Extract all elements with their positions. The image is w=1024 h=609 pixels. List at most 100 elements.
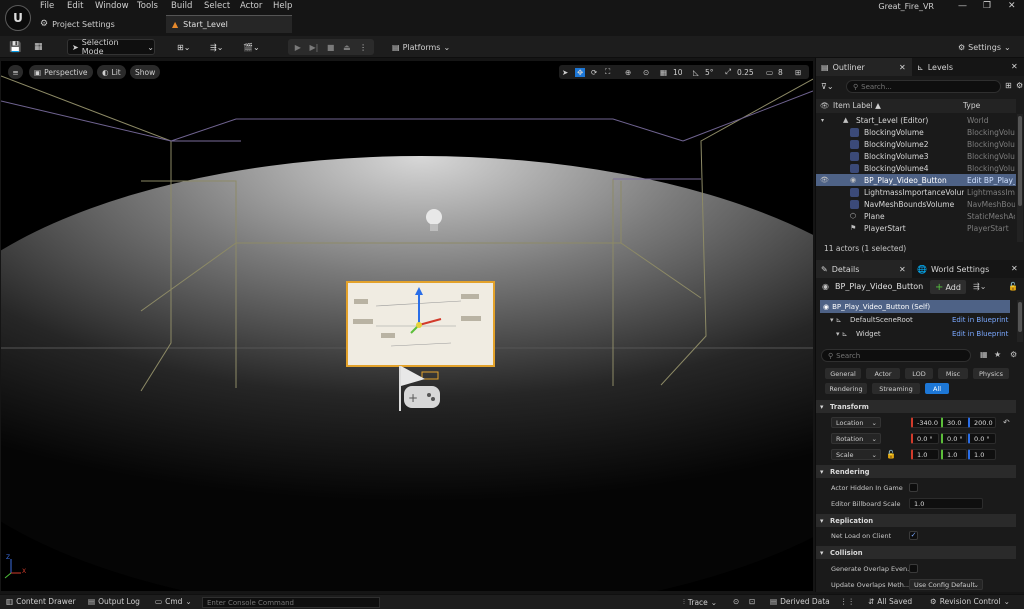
cinematics-icon[interactable]: 🎬⌄ — [243, 39, 260, 55]
tab-project-settings[interactable]: ⚙ Project Settings — [40, 15, 115, 33]
world-space-icon[interactable]: ⊕ — [625, 68, 631, 77]
close-icon[interactable]: ✕ — [1008, 1, 1016, 11]
menu-build[interactable]: Build — [171, 1, 192, 11]
actor-name[interactable]: BP_Play_Video_Button — [835, 282, 925, 291]
notifications-icon[interactable]: ⋮⋮ — [840, 597, 855, 606]
scale-snap-icon[interactable]: ⤢ — [725, 67, 731, 77]
outliner-search[interactable]: ⚲ — [846, 80, 1001, 93]
category-general[interactable]: General — [825, 368, 861, 379]
settings-button[interactable]: ⚙ Settings ⌄ — [958, 39, 1011, 55]
scale-icon[interactable]: ⛶ — [605, 67, 610, 77]
location-dropdown[interactable]: Location ⌄ — [831, 417, 881, 428]
all-saved-button[interactable]: ⇵ All Saved — [868, 597, 912, 606]
section-transform[interactable]: ▾ Transform — [816, 400, 1016, 413]
list-item-selected[interactable]: 👁 ◉ BP_Play_Video_Button Edit BP_Play_ — [816, 174, 1016, 186]
unreal-logo-icon[interactable]: U — [5, 5, 31, 31]
outliner-search-input[interactable] — [861, 82, 982, 91]
tab-start-level[interactable]: ▲ Start_Level — [166, 15, 292, 33]
show-button[interactable]: Show — [130, 65, 161, 79]
list-item[interactable]: ⚑ PlayerStart PlayerStart — [816, 222, 1016, 234]
list-item[interactable]: ▾ ▲ Start_Level (Editor) World — [816, 114, 1016, 126]
actor-hidden-checkbox[interactable] — [909, 483, 918, 492]
rotation-dropdown[interactable]: Rotation ⌄ — [831, 433, 881, 444]
lock-icon[interactable]: 🔓 — [886, 450, 896, 459]
camera-speed-value[interactable]: 8 — [778, 68, 783, 77]
category-lod[interactable]: LOD — [905, 368, 933, 379]
list-item[interactable]: LightmassImportanceVolume LightmassImpor… — [816, 186, 1016, 198]
section-replication[interactable]: ▾ Replication — [816, 514, 1016, 527]
billboard-scale-field[interactable]: 1.0 — [909, 498, 983, 509]
close-icon[interactable]: ✕ — [1011, 62, 1018, 71]
list-item[interactable]: BlockingVolume3 BlockingVolume — [816, 150, 1016, 162]
menu-actor[interactable]: Actor — [240, 1, 262, 11]
grid-snap-value[interactable]: 10 — [673, 68, 683, 77]
selection-mode-dropdown[interactable]: ➤ Selection Mode ⌄ — [67, 38, 155, 56]
net-load-checkbox-checked[interactable]: ✓ — [909, 531, 918, 540]
tab-world-settings[interactable]: 🌐 World Settings — [917, 260, 989, 278]
settings-icon[interactable]: ⚙ — [1016, 81, 1023, 90]
menu-select[interactable]: Select — [204, 1, 230, 11]
grid-snap-icon[interactable]: ▦ — [660, 68, 667, 77]
details-search[interactable]: ⚲ — [821, 349, 971, 362]
update-overlaps-dropdown[interactable]: Use Config Default ⌄ — [909, 579, 983, 590]
category-misc[interactable]: Misc — [938, 368, 968, 379]
lock-icon[interactable]: 🔓 — [1008, 282, 1018, 291]
select-icon[interactable]: ➤ — [562, 68, 568, 77]
visibility-icon[interactable]: 👁 — [820, 176, 829, 184]
blueprint-options-icon[interactable]: ⇶⌄ — [973, 282, 986, 291]
rotation-z-field[interactable]: 0.0 ° — [968, 433, 996, 444]
add-folder-icon[interactable]: ⊞ — [1005, 81, 1012, 90]
blueprint-icon[interactable]: ⇶⌄ — [210, 39, 223, 55]
list-item[interactable]: ⬡ Plane StaticMeshActor — [816, 210, 1016, 222]
visibility-icon[interactable]: 👁 — [820, 101, 830, 110]
edit-in-blueprint-link[interactable]: Edit in Blueprint — [952, 330, 1008, 338]
stop-icon[interactable]: ■ — [327, 43, 335, 52]
content-drawer-button[interactable]: ▥ Content Drawer — [6, 597, 76, 606]
scale-dropdown[interactable]: Scale ⌄ — [831, 449, 881, 460]
scale-z-field[interactable]: 1.0 — [968, 449, 996, 460]
filter-icon[interactable]: ⊽⌄ — [821, 82, 834, 91]
tab-levels[interactable]: ⊾ Levels — [917, 58, 953, 76]
column-item-label[interactable]: Item Label ▲ — [833, 101, 881, 110]
cmd-button[interactable]: ▭ Cmd ⌄ — [155, 597, 192, 606]
hamburger-menu-icon[interactable]: ≡ — [8, 65, 23, 79]
menu-tools[interactable]: Tools — [137, 1, 158, 11]
scale-x-field[interactable]: 1.0 — [911, 449, 939, 460]
component-scrollbar[interactable] — [1017, 300, 1023, 342]
item-type-link[interactable]: Edit BP_Play_ — [967, 176, 1015, 185]
table-view-icon[interactable]: ▦ — [980, 350, 988, 359]
list-item[interactable]: BlockingVolume2 BlockingVolume — [816, 138, 1016, 150]
lit-button[interactable]: ◐ Lit — [97, 65, 126, 79]
add-component-button[interactable]: + Add — [930, 280, 966, 294]
surface-snap-icon[interactable]: ⊙ — [643, 68, 649, 77]
location-z-field[interactable]: 200.0 — [968, 417, 996, 428]
category-streaming[interactable]: Streaming — [872, 383, 920, 394]
step-icon[interactable]: ▶| — [310, 43, 319, 52]
level-viewport[interactable]: + Z X ≡ ▣ Perspective ◐ Lit Show ➤ ✥ ⟳ ⛶… — [1, 61, 813, 591]
section-rendering[interactable]: ▾ Rendering — [816, 465, 1016, 478]
menu-window[interactable]: Window — [95, 1, 129, 11]
close-icon[interactable]: ✕ — [899, 265, 906, 274]
platforms-button[interactable]: ▤ Platforms ⌄ — [392, 39, 450, 55]
location-y-field[interactable]: 30.0 — [941, 417, 971, 428]
rotation-x-field[interactable]: 0.0 ° — [911, 433, 939, 444]
rotation-snap-icon[interactable]: ◺ — [693, 68, 699, 77]
category-all[interactable]: All — [925, 383, 949, 394]
list-item[interactable]: BlockingVolume4 BlockingVolume — [816, 162, 1016, 174]
section-collision[interactable]: ▾ Collision — [816, 546, 1016, 559]
category-rendering[interactable]: Rendering — [825, 383, 867, 394]
tab-details[interactable]: ✎ Details ✕ — [816, 260, 912, 278]
trace-button[interactable]: ⫶ Trace ⌄ — [683, 597, 717, 607]
revision-control-button[interactable]: ⚙ Revision Control ⌄ — [930, 597, 1010, 606]
play-icon[interactable]: ▶ — [295, 43, 301, 52]
component-self[interactable]: ◉ BP_Play_Video_Button (Self) — [820, 300, 1010, 313]
translate-icon[interactable]: ✥ — [575, 67, 586, 77]
menu-help[interactable]: Help — [273, 1, 292, 11]
location-x-field[interactable]: -340.0 — [911, 417, 943, 428]
derived-data-button[interactable]: ▤ Derived Data — [770, 597, 830, 606]
rotation-y-field[interactable]: 0.0 ° — [941, 433, 967, 444]
maximize-viewport-icon[interactable]: ⊞ — [795, 68, 801, 77]
reset-to-default-icon[interactable]: ↶ — [1003, 418, 1010, 427]
scrollbar-thumb[interactable] — [1018, 302, 1022, 332]
list-item[interactable]: BlockingVolume BlockingVolume — [816, 126, 1016, 138]
